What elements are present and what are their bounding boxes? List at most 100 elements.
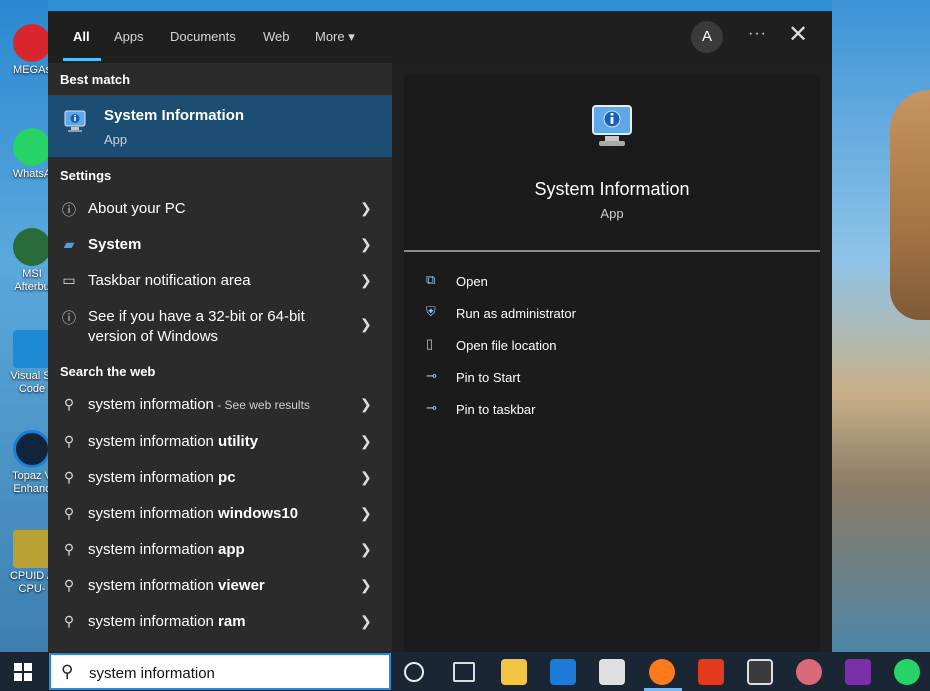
windows-logo-icon xyxy=(14,663,22,671)
settings-item-bitness[interactable]: ⓘ See if you have a 32-bit or 64-bit ver… xyxy=(48,300,392,350)
search-input[interactable]: system information xyxy=(89,665,215,682)
msi-afterburner-icon xyxy=(13,228,51,266)
best-match-item[interactable]: System Information App xyxy=(48,95,392,157)
web-result-suggestion: windows10 xyxy=(218,505,299,522)
chevron-right-icon[interactable]: ❯ xyxy=(360,505,372,522)
search-icon: ⚲ xyxy=(63,541,75,557)
web-result-item[interactable]: ⚲ system information utility ❯ xyxy=(48,425,392,459)
pin-icon: ⊸ xyxy=(426,400,437,415)
chevron-right-icon[interactable]: ❯ xyxy=(360,396,372,413)
chevron-right-icon[interactable]: ❯ xyxy=(360,272,372,289)
whatsapp-icon xyxy=(13,128,51,166)
chevron-right-icon[interactable]: ❯ xyxy=(360,541,372,558)
web-result-suggestion: viewer xyxy=(218,577,265,594)
windows-logo-icon xyxy=(24,673,32,681)
web-result-label: system information windows10 xyxy=(88,505,298,522)
office-icon[interactable] xyxy=(698,659,724,685)
web-result-item[interactable]: ⚲ system information app ❯ xyxy=(48,533,392,567)
search-icon: ⚲ xyxy=(63,469,75,485)
task-view-icon[interactable] xyxy=(453,662,475,682)
web-result-label: system information viewer xyxy=(88,577,265,594)
search-icon: ⚲ xyxy=(63,396,75,412)
vscode-icon xyxy=(13,330,51,368)
action-label: Open xyxy=(456,274,488,289)
tab-all[interactable]: All xyxy=(73,29,90,44)
mail-icon[interactable] xyxy=(550,659,576,685)
best-match-subtitle: App xyxy=(104,132,128,147)
whatsapp-icon[interactable] xyxy=(894,659,920,685)
account-avatar[interactable]: A xyxy=(691,21,723,53)
chevron-right-icon[interactable]: ❯ xyxy=(360,316,372,333)
cpu-z-icon xyxy=(13,530,51,568)
search-window: All Apps Documents Web More ▾ A ··· ✕ Be… xyxy=(48,11,832,652)
web-result-hint: - See web results xyxy=(213,398,310,412)
start-button[interactable] xyxy=(14,663,32,681)
snipping-icon[interactable] xyxy=(796,659,822,685)
pin-icon: ⊸ xyxy=(426,368,437,383)
web-result-item[interactable]: ⚲ system information - See web results ❯ xyxy=(48,388,392,422)
tab-web[interactable]: Web xyxy=(263,29,290,44)
windows-logo-icon xyxy=(24,663,32,671)
web-result-query: system information xyxy=(88,469,219,486)
search-tabs-bar: All Apps Documents Web More ▾ A ··· ✕ xyxy=(48,11,832,63)
wallpaper-cliff xyxy=(890,90,930,320)
shield-icon: ⛨ xyxy=(426,304,436,319)
web-result-item[interactable]: ⚲ system information pc ❯ xyxy=(48,461,392,495)
system-icon: ▰ xyxy=(63,236,75,252)
web-result-label: system information utility xyxy=(88,433,258,450)
section-settings: Settings xyxy=(60,168,112,183)
close-button[interactable]: ✕ xyxy=(788,23,808,47)
cortana-icon[interactable] xyxy=(404,662,424,682)
mega-icon xyxy=(13,24,51,62)
web-result-query: system information xyxy=(88,541,219,558)
chevron-right-icon[interactable]: ❯ xyxy=(360,577,372,594)
onenote-icon[interactable] xyxy=(845,659,871,685)
web-result-query: system information xyxy=(88,505,219,522)
web-result-item[interactable]: ⚲ system information ram ❯ xyxy=(48,605,392,639)
system-information-icon xyxy=(64,110,86,132)
tab-apps[interactable]: Apps xyxy=(114,29,144,44)
chevron-right-icon[interactable]: ❯ xyxy=(360,433,372,450)
store-icon[interactable] xyxy=(599,659,625,685)
settings-item-label: About your PC xyxy=(88,200,186,217)
settings-item-taskbar[interactable]: ▭ Taskbar notification area ❯ xyxy=(48,264,392,298)
section-search-web: Search the web xyxy=(60,364,156,379)
action-label: Run as administrator xyxy=(456,306,576,321)
chevron-right-icon[interactable]: ❯ xyxy=(360,236,372,253)
results-list: Best match System Information App Settin… xyxy=(48,63,392,652)
search-icon: ⚲ xyxy=(61,662,74,681)
firefox-icon[interactable] xyxy=(649,659,675,685)
best-match-title: System Information xyxy=(104,107,245,124)
web-result-suggestion: ram xyxy=(218,613,246,630)
open-icon: ⧉ xyxy=(426,272,436,287)
settings-item-about[interactable]: ⓘ About your PC ❯ xyxy=(48,192,392,226)
system-information-large-icon xyxy=(592,105,632,146)
search-icon: ⚲ xyxy=(63,613,75,629)
active-tab-indicator xyxy=(63,58,101,61)
settings-item-label: See if you have a 32-bit or 64-bit versi… xyxy=(88,308,305,345)
section-best-match: Best match xyxy=(60,72,131,87)
windows-logo-icon xyxy=(14,673,22,681)
preview-title: System Information xyxy=(534,179,690,199)
action-label: Pin to taskbar xyxy=(456,402,536,417)
chevron-right-icon[interactable]: ❯ xyxy=(360,613,372,630)
taskbar: ⚲ system information xyxy=(0,652,930,691)
chevron-right-icon[interactable]: ❯ xyxy=(360,469,372,486)
topaz-icon xyxy=(13,430,51,468)
web-result-item[interactable]: ⚲ system information viewer ❯ xyxy=(48,569,392,603)
preview-divider xyxy=(404,250,820,252)
web-result-suggestion: app xyxy=(218,541,245,558)
info-icon: ⓘ xyxy=(62,202,76,218)
web-result-label: system information app xyxy=(88,541,245,558)
tab-documents[interactable]: Documents xyxy=(170,29,236,44)
action-label: Open file location xyxy=(456,338,557,353)
video-editor-icon[interactable] xyxy=(747,659,773,685)
settings-item-system[interactable]: ▰ System ❯ xyxy=(48,228,392,262)
tab-more[interactable]: More ▾ xyxy=(315,29,355,45)
web-result-query: system information xyxy=(88,433,219,450)
file-explorer-icon[interactable] xyxy=(501,659,527,685)
chevron-right-icon[interactable]: ❯ xyxy=(360,200,372,217)
web-result-item[interactable]: ⚲ system information windows10 ❯ xyxy=(48,497,392,531)
more-options-button[interactable]: ··· xyxy=(748,25,768,43)
taskbar-search-box[interactable]: ⚲ system information xyxy=(49,653,391,690)
